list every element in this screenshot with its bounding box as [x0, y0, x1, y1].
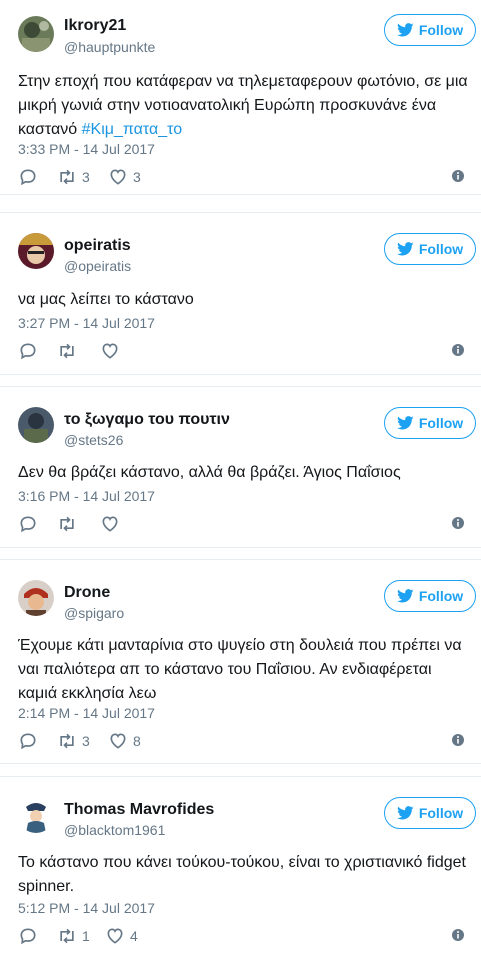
tweet-card: Thomas Mavrofides @blacktom1961 Follow Τ… — [0, 776, 481, 955]
timestamp[interactable]: 5:12 PM - 14 Jul 2017 — [18, 900, 155, 916]
like-button[interactable]: 3 — [108, 167, 141, 187]
tweet-text: να μας λείπει το κάστανο — [18, 291, 194, 308]
retweet-button[interactable]: 1 — [57, 926, 90, 946]
reply-button[interactable] — [18, 514, 38, 534]
like-button[interactable]: 4 — [105, 926, 138, 946]
display-name[interactable]: opeiratis — [64, 236, 131, 256]
retweet-count: 3 — [82, 733, 90, 749]
user-handle[interactable]: @blacktom1961 — [64, 821, 165, 839]
info-icon[interactable] — [451, 343, 465, 357]
tweet-actions: 3 3 — [18, 167, 471, 187]
twitter-bird-icon — [396, 23, 414, 37]
follow-label: Follow — [418, 241, 464, 257]
follow-label: Follow — [418, 22, 464, 38]
retweet-count: 1 — [82, 928, 90, 944]
follow-button[interactable]: Follow — [384, 797, 476, 829]
reply-icon — [20, 928, 36, 945]
reply-icon — [20, 516, 36, 533]
info-icon[interactable] — [451, 733, 465, 747]
like-button[interactable] — [100, 514, 120, 534]
tweet-card: opeiratis @opeiratis Follow να μας λείπε… — [0, 212, 481, 375]
like-icon — [102, 516, 118, 532]
retweet-button[interactable] — [57, 341, 77, 361]
tweet-actions: 3 8 — [18, 731, 471, 751]
display-name[interactable]: Drone — [64, 583, 110, 603]
tweet-actions: 1 4 — [18, 926, 471, 946]
follow-button[interactable]: Follow — [384, 580, 476, 612]
tweet-card: το ξωγαμο του πουτιν @stets26 Follow Δεν… — [0, 386, 481, 548]
follow-label: Follow — [418, 805, 464, 821]
tweet-text: Δεν θα βράζει κάστανο, αλλά θα βράζει. Ά… — [18, 464, 401, 481]
reply-button[interactable] — [18, 731, 38, 751]
tweet-actions — [18, 514, 471, 534]
retweet-button[interactable]: 3 — [57, 731, 90, 751]
retweet-icon — [60, 733, 74, 749]
info-icon[interactable] — [451, 169, 465, 183]
twitter-bird-icon — [396, 242, 414, 256]
display-name[interactable]: Thomas Mavrofides — [64, 800, 214, 820]
reply-button[interactable] — [18, 341, 38, 361]
retweet-button[interactable] — [57, 514, 77, 534]
follow-label: Follow — [418, 588, 464, 604]
like-icon — [110, 169, 126, 185]
avatar[interactable] — [18, 797, 54, 833]
follow-button[interactable]: Follow — [384, 14, 476, 46]
user-handle[interactable]: @spigaro — [64, 604, 124, 622]
user-handle[interactable]: @stets26 — [64, 431, 123, 449]
twitter-bird-icon — [396, 806, 414, 820]
follow-label: Follow — [418, 415, 464, 431]
retweet-button[interactable]: 3 — [57, 167, 90, 187]
reply-icon — [20, 733, 36, 750]
like-count: 4 — [130, 928, 138, 944]
tweet-actions — [18, 341, 471, 361]
hashtag-link[interactable]: #Κιμ_πατα_το — [82, 121, 183, 138]
like-button[interactable]: 8 — [108, 731, 141, 751]
like-button[interactable] — [100, 341, 120, 361]
like-icon — [107, 928, 123, 944]
timestamp[interactable]: 3:16 PM - 14 Jul 2017 — [18, 488, 155, 504]
user-handle[interactable]: @hauptpunkte — [64, 38, 155, 56]
tweet-text: Το κάστανο που κάνει τούκου-τούκου, είνα… — [18, 854, 466, 895]
tweet-text: Έχουμε κάτι μανταρίνια στο ψυγείο στη δο… — [18, 637, 462, 702]
user-handle[interactable]: @opeiratis — [64, 257, 131, 275]
info-icon[interactable] — [451, 928, 465, 942]
retweet-icon — [60, 343, 74, 359]
like-count: 8 — [133, 733, 141, 749]
tweet-text: Στην εποχή που κατάφεραν να τηλεμεταφερο… — [18, 73, 468, 138]
retweet-icon — [60, 928, 74, 944]
reply-icon — [20, 343, 36, 360]
tweet-feed: Ikrory21 @hauptpunkte Follow Στην εποχή … — [0, 0, 481, 955]
like-count: 3 — [133, 169, 141, 185]
info-icon[interactable] — [451, 516, 465, 530]
avatar[interactable] — [18, 16, 54, 52]
retweet-icon — [60, 516, 74, 532]
tweet-card: Ikrory21 @hauptpunkte Follow Στην εποχή … — [0, 0, 481, 195]
reply-button[interactable] — [18, 926, 38, 946]
follow-button[interactable]: Follow — [384, 233, 476, 265]
display-name[interactable]: Ikrory21 — [64, 16, 126, 36]
avatar[interactable] — [18, 580, 54, 616]
display-name[interactable]: το ξωγαμο του πουτιν — [64, 410, 230, 430]
tweet-card: Drone @spigaro Follow Έχουμε κάτι μανταρ… — [0, 559, 481, 764]
like-icon — [110, 733, 126, 749]
avatar[interactable] — [18, 407, 54, 443]
timestamp[interactable]: 2:14 PM - 14 Jul 2017 — [18, 705, 155, 721]
timestamp[interactable]: 3:33 PM - 14 Jul 2017 — [18, 141, 155, 157]
retweet-count: 3 — [82, 169, 90, 185]
follow-button[interactable]: Follow — [384, 407, 476, 439]
avatar[interactable] — [18, 233, 54, 269]
reply-button[interactable] — [18, 167, 38, 187]
like-icon — [102, 343, 118, 359]
twitter-bird-icon — [396, 589, 414, 603]
twitter-bird-icon — [396, 416, 414, 430]
retweet-icon — [60, 169, 74, 185]
reply-icon — [20, 169, 36, 186]
timestamp[interactable]: 3:27 PM - 14 Jul 2017 — [18, 315, 155, 331]
